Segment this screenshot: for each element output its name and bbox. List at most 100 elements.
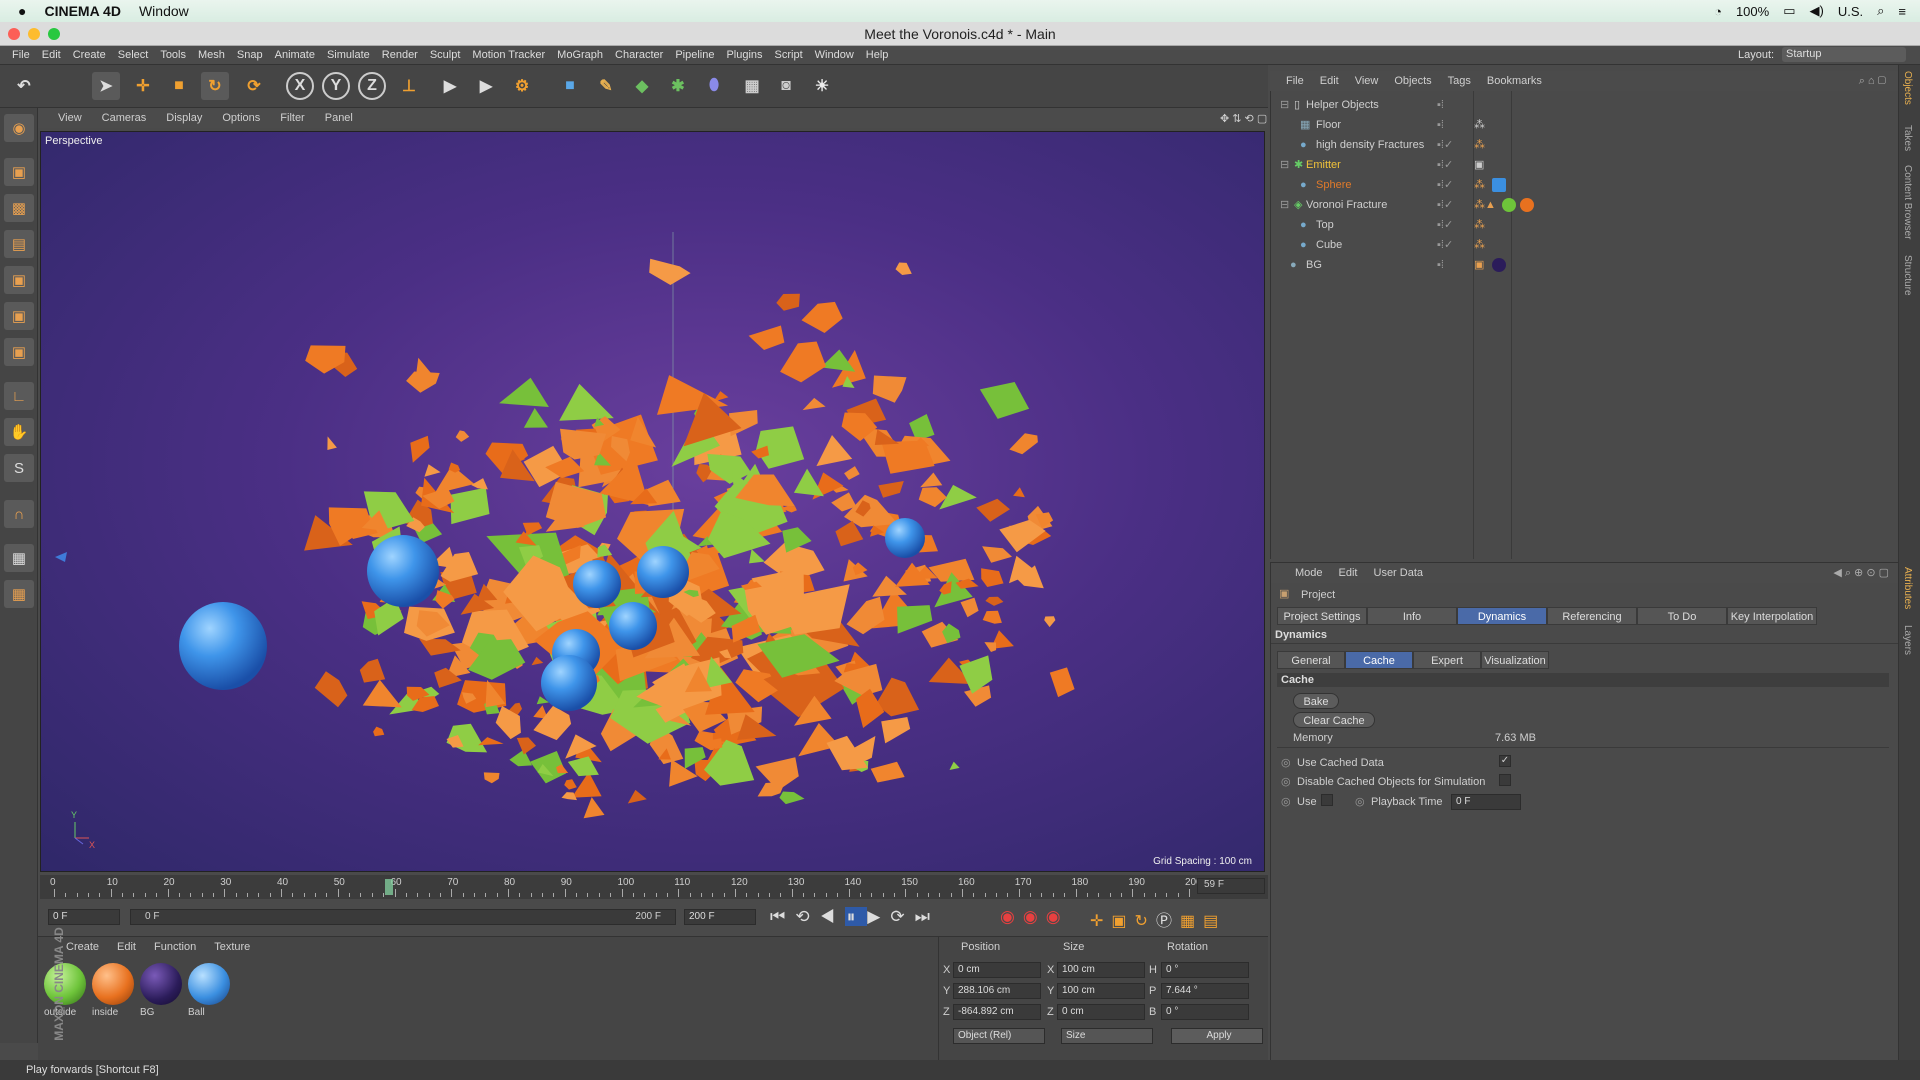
material-tag-icon[interactable] [1492,258,1506,272]
pen-icon[interactable]: ✎ [592,72,620,100]
frame-range-slider[interactable]: 0 F 200 F [130,909,676,925]
camera-icon[interactable]: ◙ [772,72,800,100]
menu-snap[interactable]: Snap [237,49,263,61]
object-menu-view[interactable]: View [1355,75,1379,87]
tab-info[interactable]: Info [1367,607,1457,625]
material-menu-texture[interactable]: Texture [214,941,250,953]
subtab-visualization[interactable]: Visualization [1481,651,1549,669]
animate-radio-icon[interactable]: ◎ [1355,795,1365,808]
use-cached-checkbox[interactable]: ✓ [1499,755,1511,767]
rotation-b-field[interactable]: 0 ° [1161,1004,1249,1020]
texture-mode-icon[interactable]: ▩ [4,194,34,222]
visibility-dots[interactable]: ▪⁞ [1437,115,1444,135]
menu-edit[interactable]: Edit [42,49,61,61]
subtab-general[interactable]: General [1277,651,1345,669]
visibility-dots[interactable]: ▪⁞✓ [1437,215,1453,235]
object-row[interactable]: ⊟ ◈ Voronoi Fracture ▪⁞✓ ⁂▲ [1280,195,1880,215]
render-picture-viewer-icon[interactable]: ▶ [472,72,500,100]
menu-window[interactable]: Window [815,49,854,61]
material-menu-function[interactable]: Function [154,941,196,953]
select-tool-icon[interactable]: ➤ [92,72,120,100]
tab-structure[interactable]: Structure [1902,255,1913,296]
visibility-dots[interactable]: ▪⁞ [1437,255,1444,275]
position-x-field[interactable]: 0 cm [953,962,1041,978]
scale-tool-icon[interactable]: ■ [165,72,193,100]
end-frame-field[interactable]: 200 F [684,909,756,925]
viewport-menu-panel[interactable]: Panel [325,112,353,124]
menu-script[interactable]: Script [775,49,803,61]
mograph-icon[interactable]: ✱ [664,72,692,100]
object-row[interactable]: ● Cube ▪⁞✓ ⁂ [1280,235,1880,255]
material-tag-icon[interactable] [1520,198,1534,212]
battery-text[interactable]: 100% [1736,4,1769,19]
attribute-menu-user-data[interactable]: User Data [1374,567,1424,579]
workplane-icon[interactable]: ▤ [4,230,34,258]
object-menu-edit[interactable]: Edit [1320,75,1339,87]
tab-to-do[interactable]: To Do [1637,607,1727,625]
tab-dynamics[interactable]: Dynamics [1457,607,1547,625]
menu-motion-tracker[interactable]: Motion Tracker [472,49,545,61]
coordinate-system-icon[interactable]: ⊥ [395,72,423,100]
menu-simulate[interactable]: Simulate [327,49,370,61]
tweak-mode-icon[interactable]: ✋ [4,418,34,446]
menu-render[interactable]: Render [382,49,418,61]
minimize-button[interactable] [28,28,40,40]
object-menu-objects[interactable]: Objects [1394,75,1431,87]
visibility-dots[interactable]: ▪⁞✓ [1437,175,1453,195]
tag-icon[interactable]: ⁂ [1474,215,1485,235]
viewport-menu-cameras[interactable]: Cameras [102,112,147,124]
position-y-field[interactable]: 288.106 cm [953,983,1041,999]
object-menu-bookmarks[interactable]: Bookmarks [1487,75,1542,87]
tag-icon[interactable]: ⁂ [1474,175,1485,195]
material-ball[interactable]: Ball [186,961,232,1035]
points-mode-icon[interactable]: ▣ [4,266,34,294]
animate-radio-icon[interactable]: ◎ [1281,756,1291,769]
wifi-icon[interactable]: ◔ [1714,4,1722,19]
viewport-menu-display[interactable]: Display [166,112,202,124]
clear-cache-button[interactable]: Clear Cache [1293,712,1375,728]
object-row[interactable]: ▦ Floor ▪⁞ ⁂ [1280,115,1880,135]
cube-icon[interactable]: ■ [556,72,584,100]
menu-create[interactable]: Create [73,49,106,61]
animate-radio-icon[interactable]: ◎ [1281,795,1291,808]
tab-content-browser[interactable]: Content Browser [1902,165,1913,239]
key-rotation-icon[interactable]: ↻ [1135,913,1156,930]
recent-tool-icon[interactable]: ⟳ [240,72,268,100]
render-view-icon[interactable]: ▶ [436,72,464,100]
apply-button[interactable]: Apply [1171,1028,1263,1044]
step-back-icon[interactable]: ◀ [820,907,845,926]
key-scale-icon[interactable]: ▣ [1111,913,1134,930]
attribute-menu-mode[interactable]: Mode [1295,567,1323,579]
material-menu-edit[interactable]: Edit [117,941,136,953]
size-z-field[interactable]: 0 cm [1057,1004,1145,1020]
menu-file[interactable]: File [12,49,30,61]
material-tag-icon[interactable] [1502,198,1516,212]
record-keys-icon[interactable]: ◉ [1000,907,1023,926]
viewport-menu-view[interactable]: View [58,112,82,124]
menu-mesh[interactable]: Mesh [198,49,225,61]
layout-dropdown[interactable]: Startup [1782,47,1906,62]
apple-icon[interactable]: ● [18,3,26,19]
goto-previous-key-icon[interactable]: ⟲ [795,907,819,926]
subdivision-icon[interactable]: ◆ [628,72,656,100]
make-editable-icon[interactable]: ◉ [4,114,34,142]
tag-icon[interactable]: ⁂ [1474,115,1485,135]
tag-icon[interactable]: ⁂ [1474,135,1485,155]
menu-plugins[interactable]: Plugins [726,49,762,61]
viewport-menu-options[interactable]: Options [222,112,260,124]
use-checkbox[interactable] [1321,794,1333,806]
object-menu-tags[interactable]: Tags [1448,75,1471,87]
current-frame-field[interactable]: 59 F [1197,878,1265,894]
coordinate-mode-dropdown[interactable]: Object (Rel) [953,1028,1045,1044]
timeline-window-icon[interactable]: ▤ [1203,913,1226,930]
playback-time-field[interactable]: 0 F [1451,794,1521,810]
key-position-icon[interactable]: ✛ [1090,913,1111,930]
tab-key-interpolation[interactable]: Key Interpolation [1727,607,1817,625]
size-x-field[interactable]: 100 cm [1057,962,1145,978]
object-row[interactable]: ● Sphere ▪⁞✓ ⁂ [1280,175,1880,195]
attribute-nav-icons[interactable]: ◀ ⌕ ⊕ ⊙ ▢ [1833,566,1889,580]
bake-button[interactable]: Bake [1293,693,1339,709]
subtab-cache[interactable]: Cache [1345,651,1413,669]
x-axis-icon[interactable]: X [286,72,314,100]
z-axis-icon[interactable]: Z [358,72,386,100]
